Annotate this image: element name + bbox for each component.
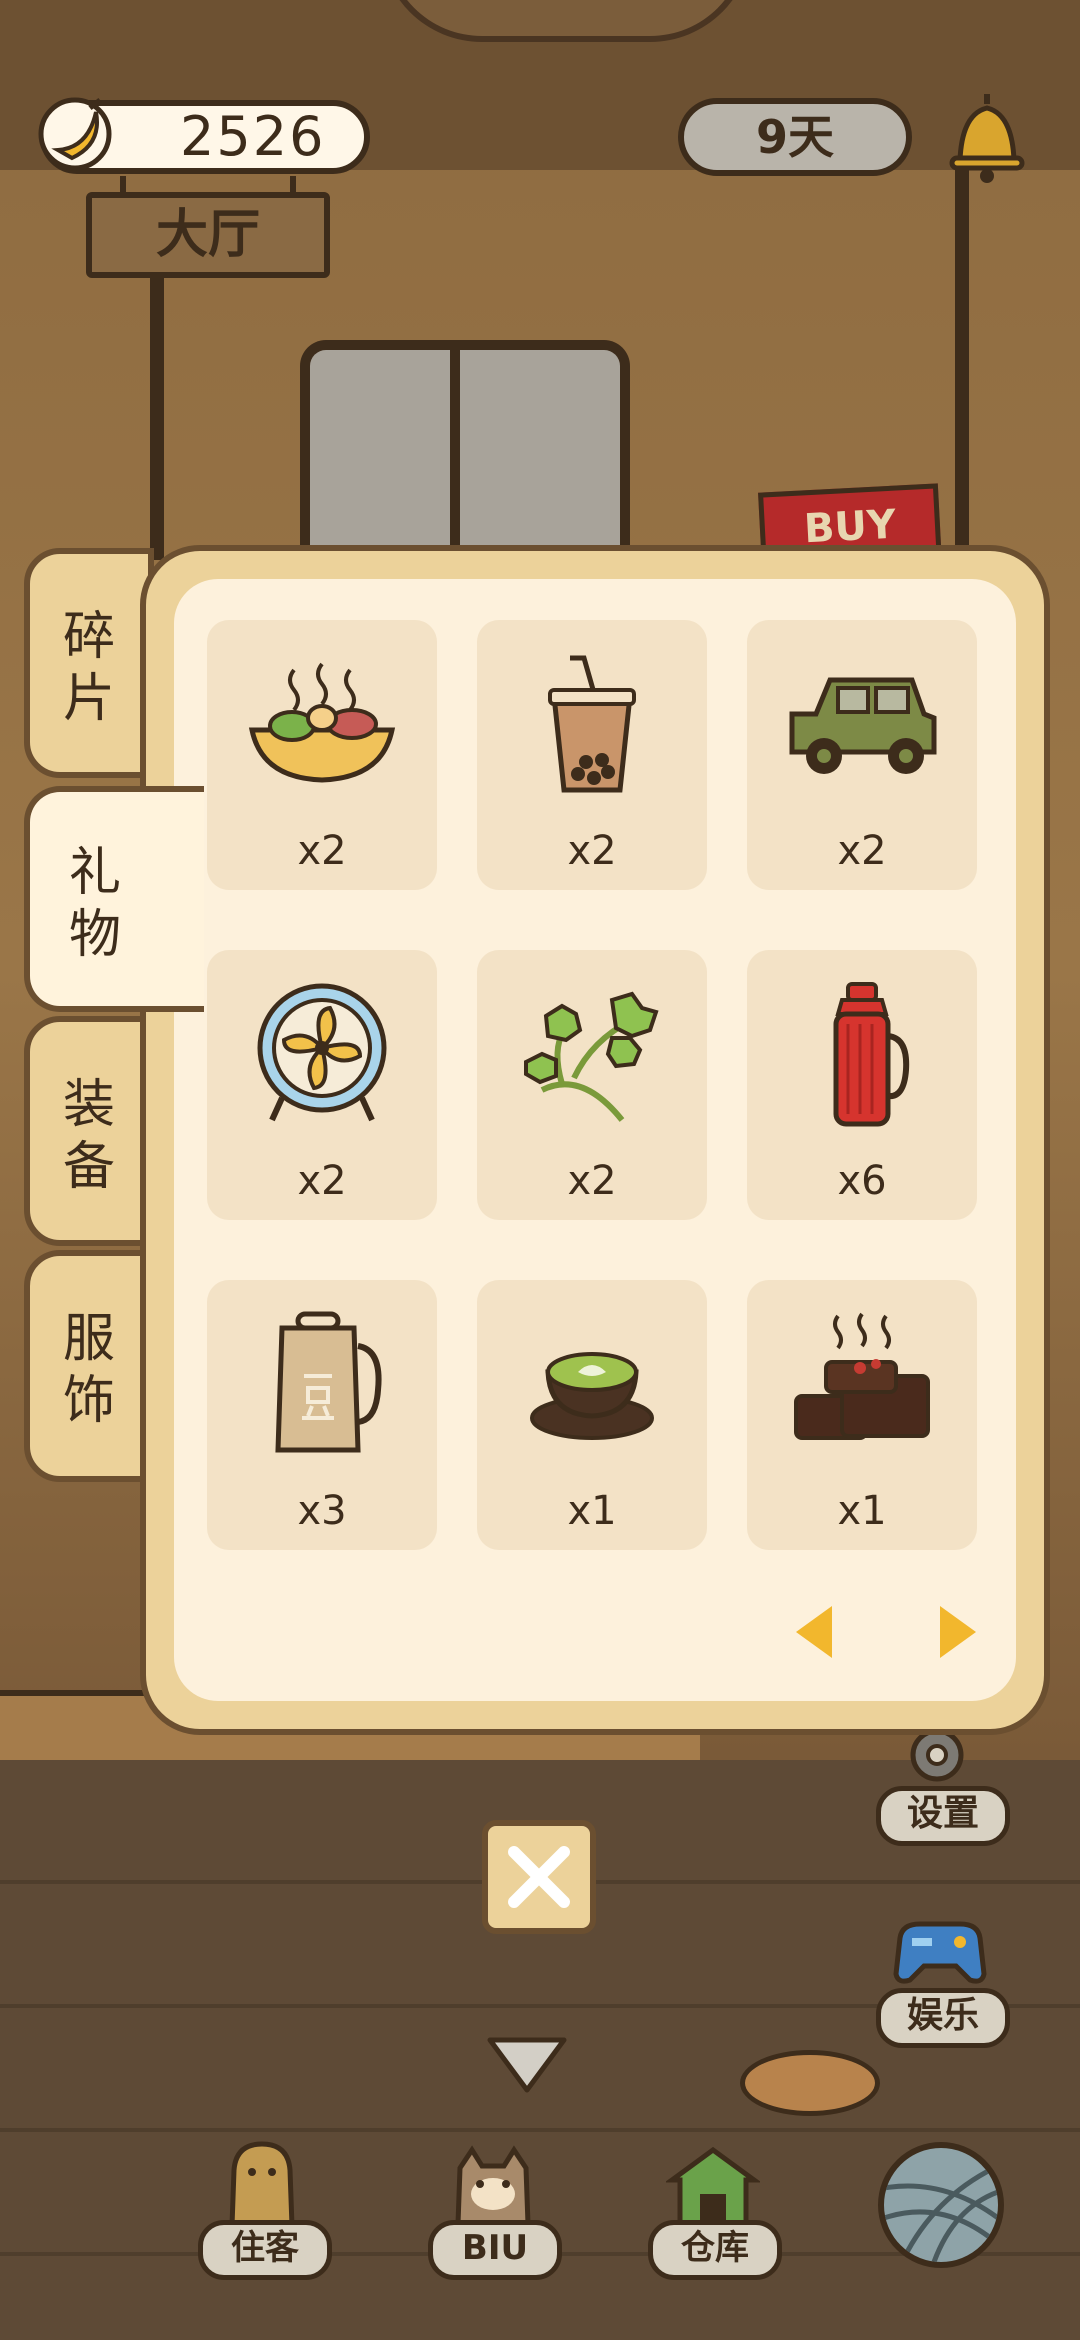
day-counter: 9天 xyxy=(678,98,912,176)
item-slot[interactable]: x2 xyxy=(207,620,437,890)
tab-gifts-label: 礼物 xyxy=(68,843,121,965)
item-slot[interactable]: x2 xyxy=(477,620,707,890)
tab-fragments-label: 碎片 xyxy=(62,607,115,729)
bell-icon[interactable] xyxy=(944,86,1030,186)
currency-value: 2526 xyxy=(180,105,326,168)
hotpot-icon xyxy=(248,662,396,783)
item-quantity: x1 xyxy=(837,1488,887,1534)
nav-residents-label: 住客 xyxy=(198,2220,332,2280)
item-quantity: x2 xyxy=(567,1158,617,1204)
cilantro-icon xyxy=(524,991,659,1122)
item-quantity: x6 xyxy=(837,1158,887,1204)
item-slot[interactable]: x2 xyxy=(207,950,437,1220)
tab-clothing-label: 服饰 xyxy=(62,1309,115,1431)
entertainment-button[interactable]: 娱乐 xyxy=(876,1918,1010,2048)
warehouse-icon xyxy=(666,2146,760,2224)
tab-gifts[interactable]: 礼物 xyxy=(24,786,204,1012)
settings-label: 设置 xyxy=(876,1786,1010,1846)
item-slot[interactable]: x2 xyxy=(747,620,977,890)
item-quantity: x2 xyxy=(837,828,887,874)
close-button[interactable] xyxy=(482,1820,596,1934)
close-icon xyxy=(508,1846,570,1908)
tab-clothing[interactable]: 服饰 xyxy=(24,1250,154,1482)
tab-equipment[interactable]: 装备 xyxy=(24,1016,154,1246)
item-slot[interactable]: x1 xyxy=(747,1280,977,1550)
nav-warehouse-label: 仓库 xyxy=(648,2220,782,2280)
nav-residents[interactable]: 住客 xyxy=(198,2140,332,2280)
bubble-tea-icon xyxy=(548,655,636,793)
nav-warehouse[interactable]: 仓库 xyxy=(648,2140,782,2280)
item-slot[interactable]: x6 xyxy=(747,950,977,1220)
item-quantity: x2 xyxy=(297,1158,347,1204)
resident-icon xyxy=(229,2141,295,2226)
banana-icon xyxy=(38,97,112,171)
cat-icon xyxy=(455,2145,531,2224)
tab-fragments[interactable]: 碎片 xyxy=(24,548,154,778)
item-slot[interactable]: x1 xyxy=(477,1280,707,1550)
gamepad-icon xyxy=(893,1921,987,1984)
brownie-icon xyxy=(794,1312,930,1440)
prev-page-arrow[interactable] xyxy=(796,1606,832,1658)
item-slot[interactable]: x3 xyxy=(207,1280,437,1550)
jeep-icon xyxy=(789,677,937,774)
wall-post xyxy=(955,170,969,570)
yarn-ball-button[interactable] xyxy=(878,2142,1004,2268)
next-page-arrow[interactable] xyxy=(940,1606,976,1658)
room-name-sign: 大厅 xyxy=(86,192,330,278)
settings-button[interactable]: 设置 xyxy=(876,1720,1010,1846)
yarn-ball-icon xyxy=(884,2165,998,2262)
item-quantity: x2 xyxy=(297,828,347,874)
cookie-rug xyxy=(740,2050,880,2116)
item-quantity: x3 xyxy=(297,1488,347,1534)
entertainment-label: 娱乐 xyxy=(876,1988,1010,2048)
item-slot[interactable]: x2 xyxy=(477,950,707,1220)
item-quantity: x1 xyxy=(567,1488,617,1534)
tab-equipment-label: 装备 xyxy=(62,1075,115,1197)
nav-biu[interactable]: BIU xyxy=(428,2140,562,2280)
soymilk-maker-icon xyxy=(275,1311,382,1453)
window xyxy=(300,340,630,570)
matcha-latte-icon xyxy=(530,1352,654,1440)
chevron-down-icon[interactable] xyxy=(482,2030,572,2100)
electric-fan-icon xyxy=(257,983,387,1122)
wall-post xyxy=(150,260,164,560)
thermos-icon xyxy=(833,982,910,1127)
item-quantity: x2 xyxy=(567,828,617,874)
nav-biu-label: BIU xyxy=(428,2220,562,2280)
